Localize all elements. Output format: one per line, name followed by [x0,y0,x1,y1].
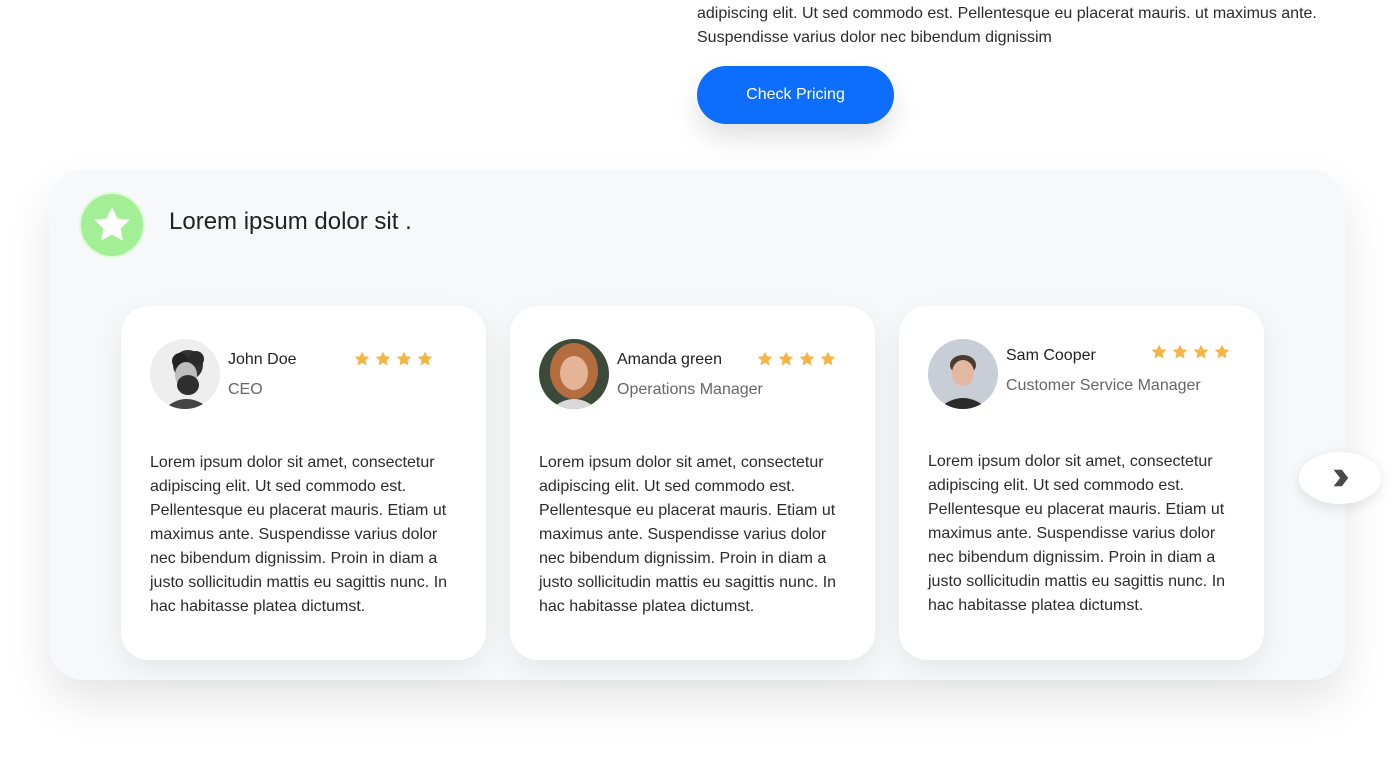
star-icon [1151,344,1167,359]
testimonial-card: Amanda green Operations Manager Lorem ip… [510,306,875,660]
star-icon [1172,344,1188,359]
testimonial-text: Lorem ipsum dolor sit amet, consectetur … [539,454,837,615]
star-rating [353,350,434,368]
chevron-right-icon [1333,469,1349,487]
panel-title: Lorem ipsum dolor sit . [169,208,412,235]
star-icon [778,351,794,366]
avatar [539,339,609,409]
next-button[interactable] [1299,452,1381,504]
check-pricing-button[interactable]: Check Pricing [697,66,894,124]
intro-text: adipiscing elit. Ut sed commodo est. Pel… [697,5,1317,46]
testimonial-card: John Doe CEO Lorem ipsum dolor sit amet,… [121,306,486,660]
avatar [928,339,998,409]
reviewer-role: CEO [228,381,263,398]
star-icon [799,351,815,366]
reviewer-name: John Doe [228,351,297,368]
testimonial-text: Lorem ipsum dolor sit amet, consectetur … [928,453,1226,614]
reviewer-role: Operations Manager [617,381,763,398]
star-rating [1150,343,1231,361]
testimonial-text: Lorem ipsum dolor sit amet, consectetur … [150,454,448,615]
testimonial-card: Sam Cooper Customer Service Manager Lore… [899,306,1264,660]
star-icon [1214,344,1230,359]
reviewer-name: Sam Cooper [1006,347,1096,364]
testimonials-panel: Lorem ipsum dolor sit . John Doe CEO Lor… [49,170,1345,680]
star-icon [820,351,836,366]
star-icon [354,351,370,366]
star-rating [756,350,837,368]
reviewer-name: Amanda green [617,351,722,368]
star-icon [375,351,391,366]
avatar [150,339,220,409]
star-icon [396,351,412,366]
star-icon [417,351,433,366]
reviewer-role: Customer Service Manager [1006,377,1201,394]
star-icon [1193,344,1209,359]
star-icon [757,351,773,366]
star-icon [81,194,143,256]
